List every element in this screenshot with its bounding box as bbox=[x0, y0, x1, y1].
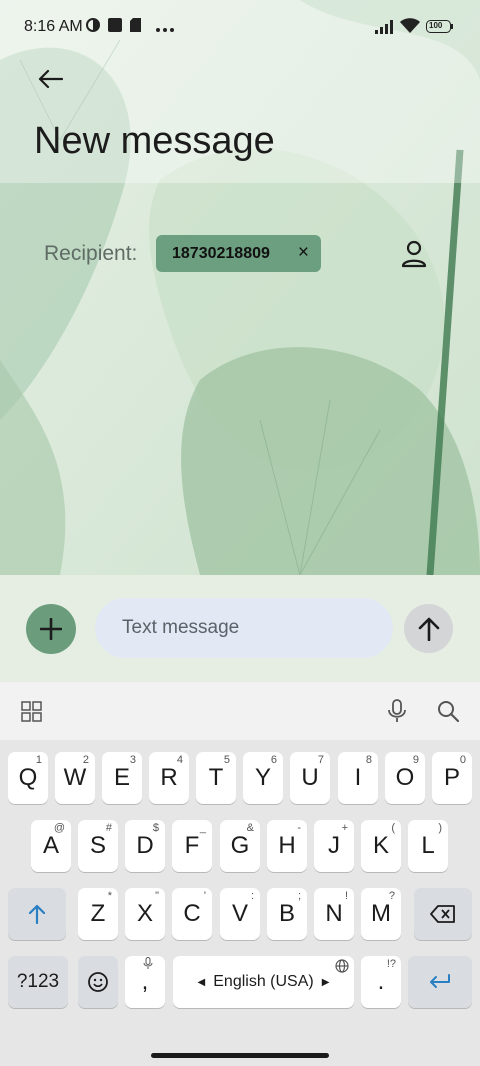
signal-icon bbox=[375, 20, 395, 39]
comma-key[interactable]: , bbox=[125, 956, 165, 1008]
key-r[interactable]: 4R bbox=[149, 752, 189, 804]
sim-card-icon bbox=[130, 18, 141, 37]
key-y[interactable]: 6Y bbox=[243, 752, 283, 804]
key-p[interactable]: 0P bbox=[432, 752, 472, 804]
notification-square-icon bbox=[108, 18, 122, 37]
space-right-arrow-icon: ▶ bbox=[321, 976, 330, 988]
shift-arrow-icon bbox=[28, 904, 46, 924]
key-f[interactable]: _ F bbox=[172, 820, 212, 872]
microphone-icon[interactable] bbox=[387, 699, 407, 728]
recipient-chip[interactable]: 18730218809 × bbox=[156, 235, 321, 272]
key-b[interactable]: ; B bbox=[267, 888, 307, 940]
recipient-label: Recipient: bbox=[44, 242, 138, 265]
space-key[interactable]: ◀ English (USA) ▶ bbox=[173, 956, 354, 1008]
apps-grid-icon[interactable] bbox=[21, 701, 42, 727]
period-key[interactable]: !? . bbox=[361, 956, 401, 1008]
shift-key[interactable] bbox=[8, 888, 66, 940]
key-q[interactable]: 1Q bbox=[8, 752, 48, 804]
battery-icon: 100 bbox=[426, 20, 454, 38]
mic-hint-icon bbox=[143, 957, 153, 972]
home-gesture-handle[interactable] bbox=[151, 1053, 329, 1058]
plus-icon bbox=[40, 618, 62, 640]
key-z[interactable]: * Z bbox=[78, 888, 118, 940]
key-l[interactable]: ) L bbox=[408, 820, 448, 872]
key-i[interactable]: 8I bbox=[338, 752, 378, 804]
messages-screen: 8:16 AM 100 New message Recipient: 18730… bbox=[0, 0, 480, 1066]
keyboard: 1Q 2W 3E 4R 5T 6Y 7U 8I 9O 0P @ A # S $ D _… bbox=[0, 740, 480, 1048]
key-c[interactable]: ' C bbox=[172, 888, 212, 940]
send-button[interactable] bbox=[404, 604, 453, 653]
key-n[interactable]: ! N bbox=[314, 888, 354, 940]
backspace-key[interactable] bbox=[414, 888, 472, 940]
person-icon bbox=[401, 240, 427, 268]
message-input[interactable] bbox=[95, 598, 393, 658]
key-w[interactable]: 2W bbox=[55, 752, 95, 804]
more-dots-icon bbox=[156, 20, 174, 38]
search-icon[interactable] bbox=[437, 700, 460, 727]
status-time: 8:16 AM bbox=[24, 18, 83, 35]
key-d[interactable]: $ D bbox=[125, 820, 165, 872]
keyboard-toolbar bbox=[0, 682, 480, 740]
contacts-button[interactable] bbox=[396, 236, 432, 272]
add-attachment-button[interactable] bbox=[26, 604, 76, 654]
battery-level: 100 bbox=[429, 21, 443, 30]
enter-key[interactable] bbox=[408, 956, 472, 1008]
key-o[interactable]: 9O bbox=[385, 752, 425, 804]
status-bar: 8:16 AM 100 bbox=[0, 0, 480, 56]
key-e[interactable]: 3E bbox=[102, 752, 142, 804]
key-j[interactable]: + J bbox=[314, 820, 354, 872]
key-s[interactable]: # S bbox=[78, 820, 118, 872]
smiley-icon bbox=[88, 972, 108, 992]
space-label: English (USA) bbox=[213, 973, 314, 990]
enter-arrow-icon bbox=[430, 974, 450, 988]
key-k[interactable]: (K bbox=[361, 820, 401, 872]
back-arrow-icon bbox=[38, 69, 63, 89]
key-t[interactable]: 5T bbox=[196, 752, 236, 804]
globe-icon bbox=[335, 959, 349, 976]
key-v[interactable]: :V bbox=[220, 888, 260, 940]
backspace-icon bbox=[430, 905, 455, 923]
recipient-number: 18730218809 bbox=[172, 244, 270, 262]
page-title: New message bbox=[34, 120, 275, 162]
emoji-key[interactable] bbox=[78, 956, 118, 1008]
send-arrow-icon bbox=[418, 617, 439, 641]
key-g[interactable]: & G bbox=[220, 820, 260, 872]
symbols-key[interactable]: ?123 bbox=[8, 956, 68, 1008]
key-h[interactable]: -H bbox=[267, 820, 307, 872]
key-x[interactable]: " X bbox=[125, 888, 165, 940]
remove-recipient-button[interactable]: × bbox=[298, 242, 309, 264]
key-u[interactable]: 7U bbox=[290, 752, 330, 804]
wifi-icon bbox=[400, 18, 420, 39]
back-button[interactable] bbox=[30, 62, 70, 96]
space-left-arrow-icon: ◀ bbox=[197, 976, 206, 988]
key-m[interactable]: ? M bbox=[361, 888, 401, 940]
data-saver-icon bbox=[86, 18, 100, 37]
key-a[interactable]: @ A bbox=[31, 820, 71, 872]
